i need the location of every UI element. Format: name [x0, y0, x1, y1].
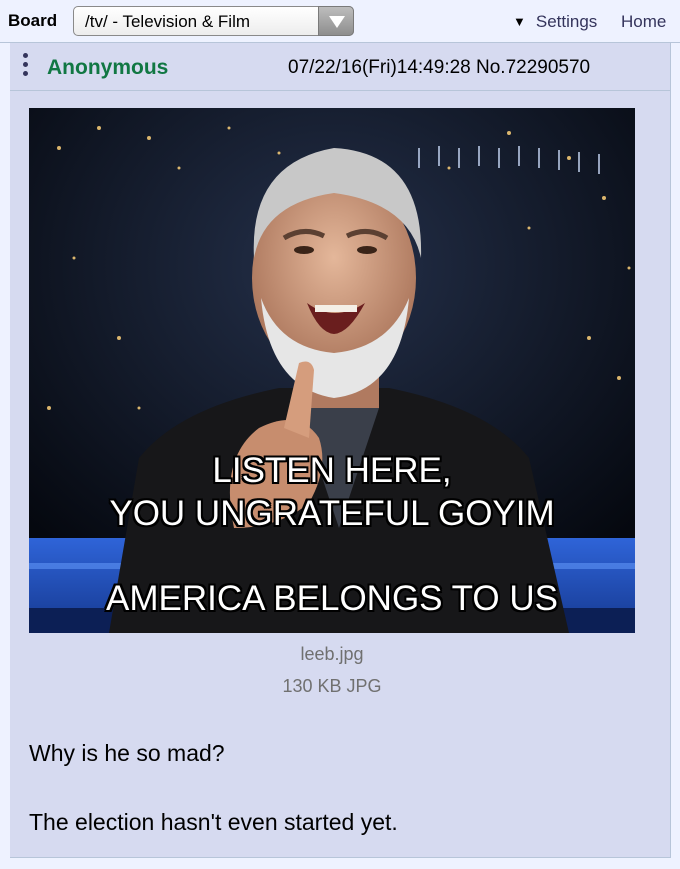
- board-label: Board: [8, 11, 58, 30]
- triangle-down-icon: ▼: [513, 14, 526, 29]
- board-select-value: /tv/ - Television & Film: [85, 12, 251, 31]
- image-illustration: [29, 108, 635, 633]
- home-link[interactable]: Home: [621, 12, 666, 32]
- caption-line-3: AMERICA BELONGS TO US: [106, 579, 558, 618]
- settings-label: Settings: [535, 12, 598, 31]
- post-image[interactable]: LISTEN HERE, YOU UNGRATEFUL GOYIM AMERIC…: [29, 108, 635, 633]
- post-menu-icon[interactable]: [23, 53, 29, 81]
- post-datetime[interactable]: 07/22/16(Fri)14:49:28 No.72290570: [288, 57, 590, 79]
- top-bar: Board /tv/ - Television & Film ▼ Settings…: [0, 0, 680, 43]
- file-info: 130 KB JPG: [282, 676, 382, 696]
- comment-line-2: The election hasn't even started yet.: [29, 809, 398, 835]
- chevron-down-icon[interactable]: [318, 6, 354, 36]
- settings-link[interactable]: ▼ Settings: [513, 12, 597, 32]
- post-reply: Anonymous 07/22/16(Fri)14:49:28 No.72290…: [10, 43, 671, 858]
- post-header: Anonymous 07/22/16(Fri)14:49:28 No.72290…: [10, 43, 671, 91]
- comment-line-1: Why is he so mad?: [29, 740, 225, 766]
- board-select[interactable]: /tv/ - Television & Film: [73, 6, 354, 36]
- caption-line-2: YOU UNGRATEFUL GOYIM: [109, 494, 555, 533]
- poster-name: Anonymous: [47, 56, 169, 79]
- file-name[interactable]: leeb.jpg: [10, 644, 654, 665]
- caption-line-1: LISTEN HERE,: [212, 451, 452, 490]
